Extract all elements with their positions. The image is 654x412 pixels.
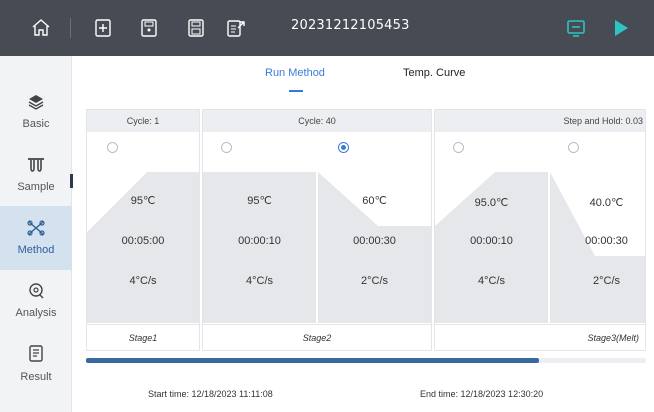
step-select-radio[interactable] <box>107 142 118 153</box>
active-tab-underline <box>289 90 303 92</box>
stage-cycle-header: Cycle: 1 <box>87 110 199 132</box>
step-select-radio[interactable] <box>338 142 349 153</box>
save-icon[interactable] <box>182 14 210 42</box>
stage-cycle-header: Cycle: 40 <box>203 110 431 132</box>
temperature-profile-shape <box>318 172 431 323</box>
sidebar-item-result[interactable]: Result <box>0 332 72 396</box>
device-icon[interactable] <box>562 14 590 42</box>
step-temperature: 60℃ <box>362 195 387 207</box>
end-time: End time: 12/18/2023 12:30:20 <box>420 389 544 399</box>
tubes-icon <box>27 157 45 178</box>
step-ramp-rate: 2°C/s <box>592 275 621 287</box>
sidebar-item-label: Result <box>20 371 52 383</box>
run-file-title: 20231212105453 <box>291 18 410 33</box>
sidebar-item-label: Sample <box>17 181 55 193</box>
step-ramp-rate: 4°C/s <box>245 275 274 287</box>
sidebar-item-method[interactable]: Method <box>0 206 72 270</box>
step-ramp-rate: 2°C/s <box>360 275 389 287</box>
active-indicator <box>70 174 73 188</box>
step-hold-time: 00:00:10 <box>470 235 513 247</box>
step-card[interactable]: 95.0℃ 00:00:10 4°C/s <box>435 132 548 323</box>
step-hold-time: 00:05:00 <box>121 235 165 247</box>
step-ramp-rate: 4°C/s <box>477 275 506 287</box>
result-icon <box>28 345 44 368</box>
sidebar-item-label: Analysis <box>15 307 57 319</box>
step-card[interactable]: 95℃ 00:00:10 4°C/s <box>203 132 316 323</box>
temperature-profile-shape <box>550 172 645 323</box>
sidebar-item-analysis[interactable]: Analysis <box>0 269 72 333</box>
sidebar-item-label: Basic <box>22 118 50 130</box>
stage-name: Stage3(Melt) <box>435 324 645 350</box>
step-select-radio[interactable] <box>453 142 464 153</box>
temperature-profile-shape <box>87 172 199 323</box>
stage-name: Stage1 <box>87 324 199 350</box>
step-select-radio[interactable] <box>221 142 232 153</box>
toolbar-divider <box>70 18 71 38</box>
tab-run-method[interactable]: Run Method <box>265 67 325 79</box>
step-temperature: 40.0℃ <box>589 197 624 209</box>
step-select-radio[interactable] <box>568 142 579 153</box>
temperature-profile-shape <box>435 172 548 323</box>
method-icon <box>27 220 45 241</box>
sidebar-item-label: Method <box>17 244 55 256</box>
temperature-profile-shape <box>203 172 316 323</box>
stage-name: Stage2 <box>203 324 431 350</box>
step-hold-time: 00:00:30 <box>353 235 396 247</box>
sidebar-item-sample[interactable]: Sample <box>0 143 72 207</box>
stage-cycle-header: Step and Hold: 0.03 <box>435 110 645 132</box>
run-icon[interactable] <box>607 14 635 42</box>
step-hold-time: 00:00:30 <box>585 235 628 247</box>
step-card[interactable]: 95℃ 00:05:00 4°C/s <box>87 132 199 323</box>
top-toolbar: 20231212105453 <box>0 0 654 56</box>
step-card[interactable]: 40.0℃ 00:00:30 2°C/s <box>550 132 645 323</box>
horizontal-scrollbar-thumb[interactable] <box>86 358 539 363</box>
tab-temp-curve[interactable]: Temp. Curve <box>403 67 465 79</box>
sidebar-item-basic[interactable]: Basic <box>0 80 72 144</box>
step-temperature: 95℃ <box>247 195 272 207</box>
step-temperature: 95℃ <box>130 195 156 207</box>
export-icon[interactable] <box>222 14 250 42</box>
step-temperature: 95.0℃ <box>474 197 509 209</box>
start-time: Start time: 12/18/2023 11:11:08 <box>148 389 273 399</box>
step-hold-time: 00:00:10 <box>238 235 281 247</box>
step-ramp-rate: 4°C/s <box>129 275 157 287</box>
layers-icon <box>28 94 44 115</box>
new-file-icon[interactable] <box>89 14 117 42</box>
step-card[interactable]: 60℃ 00:00:30 2°C/s <box>318 132 431 323</box>
open-file-icon[interactable] <box>135 14 163 42</box>
home-icon[interactable] <box>27 14 55 42</box>
analysis-icon <box>28 283 44 304</box>
